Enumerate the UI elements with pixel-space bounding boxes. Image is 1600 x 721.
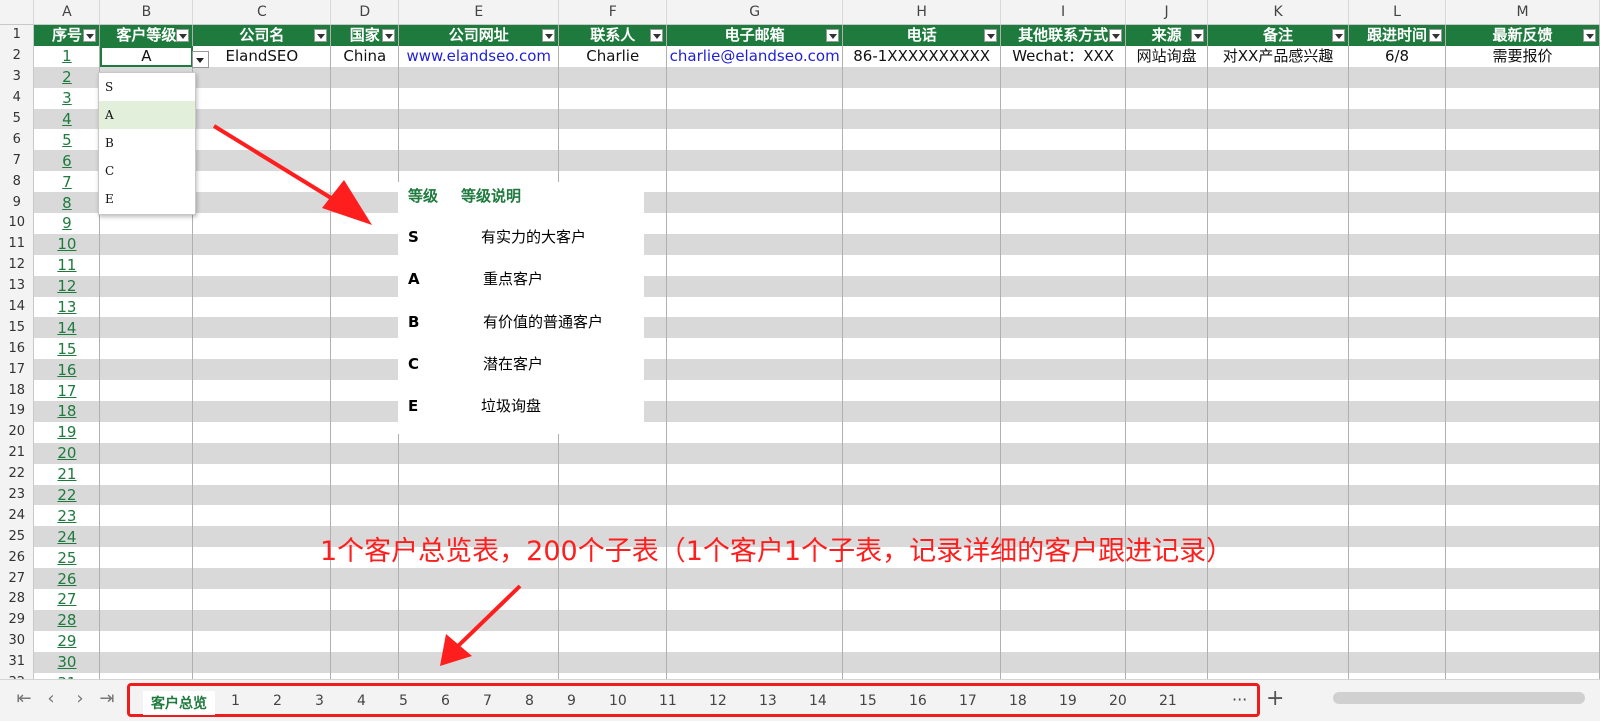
- sheet-tabs-highlight: [127, 683, 1260, 717]
- sheet-tab[interactable]: 11: [659, 693, 677, 709]
- annotation-arrows: [212, 124, 522, 666]
- sheet-tab[interactable]: 19: [1059, 693, 1077, 709]
- arrow-head-legend: [322, 180, 372, 225]
- sheet-tab[interactable]: 17: [959, 693, 977, 709]
- add-sheet-icon[interactable]: +: [1266, 686, 1284, 711]
- sheet-tab[interactable]: 2: [273, 693, 282, 709]
- sheet-tab[interactable]: 20: [1109, 693, 1127, 709]
- last-sheet-icon[interactable]: ⇥: [97, 688, 117, 709]
- first-sheet-icon[interactable]: ⇤: [14, 688, 34, 709]
- sheet-tab[interactable]: 12: [709, 693, 727, 709]
- sheet-tab[interactable]: 7: [483, 693, 492, 709]
- prev-sheet-icon[interactable]: ‹: [41, 688, 61, 709]
- sheet-tab[interactable]: 1: [231, 693, 240, 709]
- sheet-tab[interactable]: 16: [909, 693, 927, 709]
- sheet-tab[interactable]: 13: [759, 693, 777, 709]
- sheet-tab[interactable]: 15: [859, 693, 877, 709]
- sheet-tab[interactable]: 8: [525, 693, 534, 709]
- arrow-to-tabs: [454, 584, 522, 650]
- sheet-tab[interactable]: 4: [357, 693, 366, 709]
- annotation-text: 1个客户总览表，200个子表（1个客户1个子表，记录详细的客户跟进记录）: [320, 536, 1234, 567]
- sheet-tab[interactable]: 10: [609, 693, 627, 709]
- next-sheet-icon[interactable]: ›: [70, 688, 90, 709]
- sheet-tab[interactable]: 21: [1159, 693, 1177, 709]
- sheet-tab-overview[interactable]: 客户总览: [143, 691, 215, 715]
- sheet-tab[interactable]: 14: [809, 693, 827, 709]
- more-tabs-icon[interactable]: ···: [1232, 690, 1247, 709]
- sheet-tab[interactable]: 18: [1009, 693, 1027, 709]
- sheet-tab[interactable]: 5: [399, 693, 408, 709]
- sheet-tab[interactable]: 6: [441, 693, 450, 709]
- sheet-tab[interactable]: 3: [315, 693, 324, 709]
- sheet-tab[interactable]: 9: [567, 693, 576, 709]
- horizontal-scrollbar[interactable]: [1333, 692, 1585, 704]
